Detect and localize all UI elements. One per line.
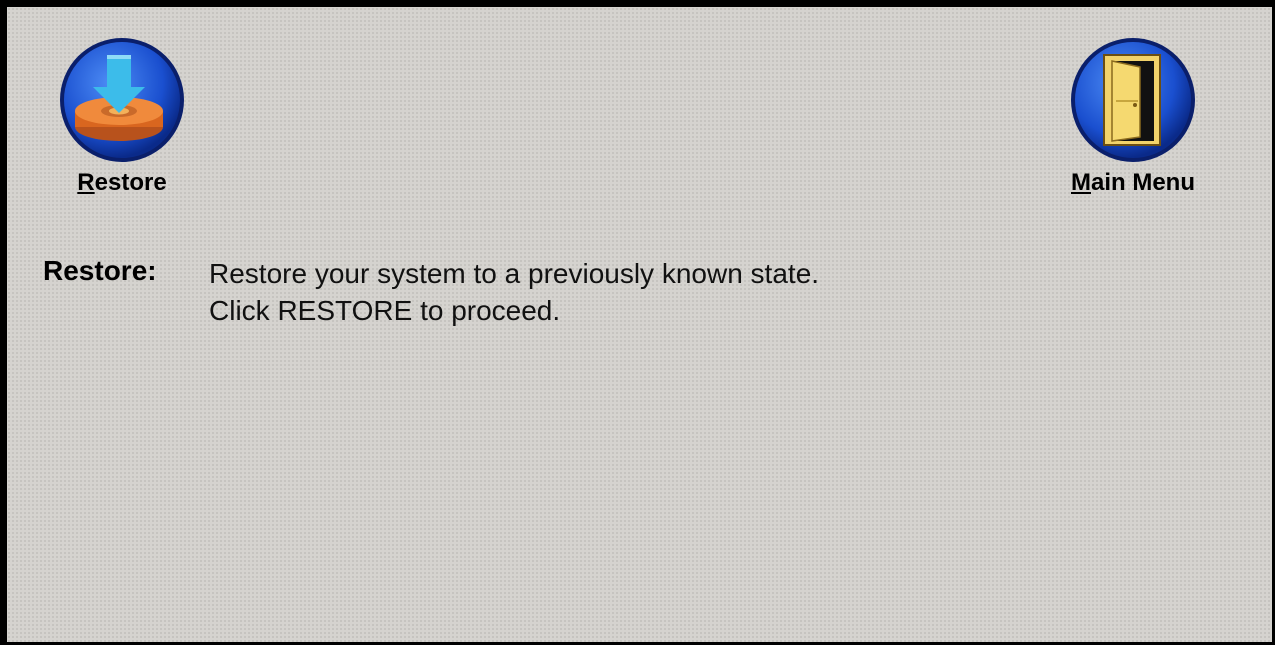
restore-label: Restore [77, 169, 166, 197]
main-menu-label-rest: ain Menu [1090, 169, 1195, 196]
main-menu-label: Main Menu [1071, 169, 1195, 197]
description-text: Restore your system to a previously know… [209, 255, 819, 329]
main-menu-button[interactable]: Main Menu [1068, 35, 1198, 197]
description-line: Click RESTORE to proceed. [209, 295, 561, 326]
restore-button[interactable]: Restore [57, 35, 187, 197]
main-menu-mnemonic: M [1070, 169, 1091, 196]
description-line: Restore your system to a previously know… [209, 258, 820, 289]
restore-disk-icon [60, 38, 184, 162]
description-heading: Restore: [43, 255, 157, 286]
restore-window: Restore Main Menu Restore: Restore your … [0, 0, 1275, 645]
door-exit-icon [1071, 38, 1195, 162]
restore-label-rest: estore [94, 169, 167, 196]
restore-mnemonic: R [77, 169, 95, 196]
